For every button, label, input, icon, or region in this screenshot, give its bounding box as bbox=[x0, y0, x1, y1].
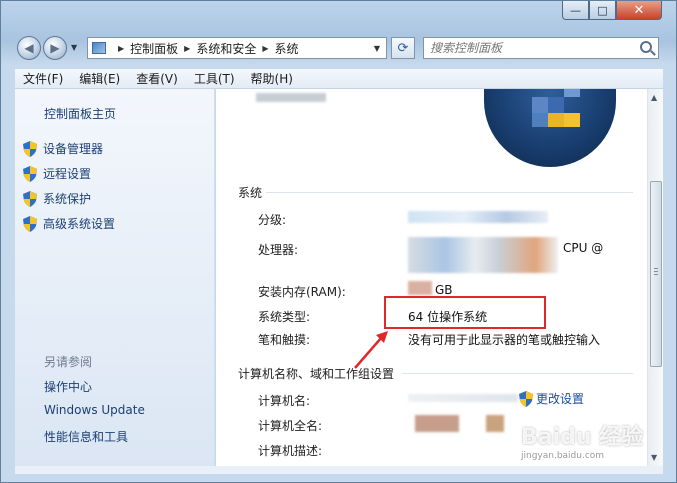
sidebar-item-remote-settings[interactable]: 远程设置 bbox=[23, 165, 91, 182]
window-controls: — □ ✕ bbox=[562, 1, 662, 20]
navigation-bar: ◀ ▶ ▼ ▶ 控制面板 ▶ 系统和安全 ▶ 系统 ▼ ⟳ bbox=[15, 34, 665, 62]
computer-name-label: 计算机名: bbox=[258, 394, 311, 408]
sidebar-item-action-center[interactable]: 操作中心 bbox=[44, 378, 92, 395]
minimize-icon: — bbox=[570, 3, 581, 17]
processor-value: CPU @ bbox=[563, 241, 604, 255]
computer-fullname-label: 计算机全名: bbox=[258, 419, 323, 433]
menu-edit[interactable]: 编辑(E) bbox=[71, 70, 128, 87]
breadcrumb-chevron-icon[interactable]: ▶ bbox=[262, 44, 268, 53]
recent-pages-dropdown[interactable]: ▼ bbox=[71, 43, 77, 52]
status-bar bbox=[15, 466, 663, 474]
obscured-fullname-part bbox=[486, 415, 504, 432]
search-box[interactable] bbox=[423, 37, 659, 59]
obscured-fullname-part bbox=[415, 415, 459, 432]
windows-logo-image bbox=[484, 89, 616, 167]
pen-touch-label: 笔和触摸: bbox=[258, 333, 311, 347]
logo-pixel bbox=[548, 113, 564, 127]
sidebar-item-performance[interactable]: 性能信息和工具 bbox=[44, 428, 128, 445]
see-also-heading: 另请参阅 bbox=[44, 355, 93, 369]
menu-view[interactable]: 查看(V) bbox=[128, 70, 186, 87]
obscured-text bbox=[256, 93, 326, 102]
scrollbar-thumb[interactable] bbox=[650, 181, 662, 367]
section-divider bbox=[402, 373, 633, 374]
change-settings-label: 更改设置 bbox=[536, 392, 585, 406]
computer-section-heading: 计算机名称、域和工作组设置 bbox=[238, 367, 395, 381]
obscured-rating-value bbox=[408, 211, 548, 223]
forward-button[interactable]: ▶ bbox=[43, 36, 67, 60]
vertical-scrollbar[interactable]: ▲ ▼ bbox=[647, 89, 663, 466]
uac-shield-icon bbox=[23, 190, 37, 207]
obscured-processor-value bbox=[408, 237, 558, 273]
grip-line bbox=[654, 274, 658, 275]
menu-help[interactable]: 帮助(H) bbox=[243, 70, 301, 87]
menu-file[interactable]: 文件(F) bbox=[15, 70, 71, 87]
menu-bar: 文件(F) 编辑(E) 查看(V) 工具(T) 帮助(H) bbox=[15, 69, 663, 89]
grip-line bbox=[654, 271, 658, 272]
sidebar-item-windows-update[interactable]: Windows Update bbox=[44, 403, 145, 417]
maximize-icon: □ bbox=[597, 3, 608, 17]
sidebar-home-link[interactable]: 控制面板主页 bbox=[44, 105, 116, 122]
computer-description-label: 计算机描述: bbox=[258, 444, 323, 458]
pen-touch-value: 没有可用于此显示器的笔或触控输入 bbox=[408, 333, 601, 347]
system-section-heading: 系统 bbox=[238, 186, 263, 200]
logo-pixel bbox=[564, 113, 580, 127]
sidebar-item-label: 高级系统设置 bbox=[43, 217, 116, 231]
address-bar[interactable]: ▶ 控制面板 ▶ 系统和安全 ▶ 系统 ▼ bbox=[87, 37, 387, 59]
refresh-button[interactable]: ⟳ bbox=[391, 37, 415, 59]
breadcrumb-system-security[interactable]: 系统和安全 bbox=[196, 40, 256, 57]
sidebar-item-device-manager[interactable]: 设备管理器 bbox=[23, 140, 103, 157]
control-panel-window: — □ ✕ ◀ ▶ ▼ ▶ 控制面板 ▶ 系统和安全 ▶ 系统 ▼ ⟳ 文件(F… bbox=[0, 0, 677, 483]
ram-value: GB bbox=[435, 283, 453, 297]
back-button[interactable]: ◀ bbox=[17, 36, 41, 60]
logo-pixel bbox=[548, 97, 564, 113]
minimize-button[interactable]: — bbox=[562, 1, 589, 20]
back-arrow-icon: ◀ bbox=[24, 41, 34, 55]
scroll-down-icon[interactable]: ▼ bbox=[651, 453, 657, 462]
sidebar-item-label: 设备管理器 bbox=[43, 142, 104, 156]
search-icon[interactable] bbox=[640, 41, 652, 53]
sidebar-item-label: 远程设置 bbox=[43, 167, 92, 181]
rating-label: 分级: bbox=[258, 213, 287, 227]
sidebar-item-system-protection[interactable]: 系统保护 bbox=[23, 190, 91, 207]
control-panel-icon bbox=[92, 42, 106, 54]
sidebar-item-label: 系统保护 bbox=[43, 192, 92, 206]
ram-label: 安装内存(RAM): bbox=[258, 285, 346, 299]
breadcrumb-chevron-icon[interactable]: ▶ bbox=[184, 44, 190, 53]
obscured-ram-value bbox=[408, 281, 432, 295]
watermark-logo: Baidu 经验 bbox=[521, 425, 644, 450]
processor-label: 处理器: bbox=[258, 243, 299, 257]
scroll-up-icon[interactable]: ▲ bbox=[651, 93, 657, 102]
close-button[interactable]: ✕ bbox=[616, 1, 662, 20]
maximize-button[interactable]: □ bbox=[589, 1, 616, 20]
uac-shield-icon bbox=[23, 165, 37, 182]
breadcrumb-chevron-icon[interactable]: ▶ bbox=[118, 44, 124, 53]
close-icon: ✕ bbox=[633, 2, 645, 18]
uac-shield-icon bbox=[519, 390, 533, 407]
section-divider bbox=[266, 192, 633, 193]
uac-shield-icon bbox=[23, 215, 37, 232]
forward-arrow-icon: ▶ bbox=[50, 41, 60, 55]
watermark-url: jingyan.baidu.com bbox=[521, 451, 605, 461]
breadcrumb-system[interactable]: 系统 bbox=[275, 40, 299, 57]
uac-shield-icon bbox=[23, 140, 37, 157]
system-info-panel: 系统 分级: 处理器: CPU @ 安装内存(RAM): GB 系统类型: 64… bbox=[216, 89, 647, 466]
address-dropdown-icon[interactable]: ▼ bbox=[374, 44, 380, 53]
sidebar-item-advanced-settings[interactable]: 高级系统设置 bbox=[23, 215, 115, 232]
obscured-computer-name bbox=[408, 394, 518, 402]
refresh-icon: ⟳ bbox=[397, 40, 409, 56]
annotation-highlight-box bbox=[384, 296, 546, 329]
system-type-label: 系统类型: bbox=[258, 310, 311, 324]
change-settings-link[interactable]: 更改设置 bbox=[519, 390, 584, 407]
logo-pixel bbox=[564, 89, 580, 97]
sidebar: 控制面板主页 设备管理器 远程设置 系统保护 高级系统设置 另请参阅 操作中心 … bbox=[15, 89, 215, 466]
breadcrumb-control-panel[interactable]: 控制面板 bbox=[130, 40, 178, 57]
menu-tools[interactable]: 工具(T) bbox=[186, 70, 243, 87]
grip-line bbox=[654, 268, 658, 269]
logo-pixel bbox=[532, 97, 548, 113]
search-input[interactable] bbox=[424, 38, 624, 58]
logo-pixel bbox=[532, 113, 548, 127]
